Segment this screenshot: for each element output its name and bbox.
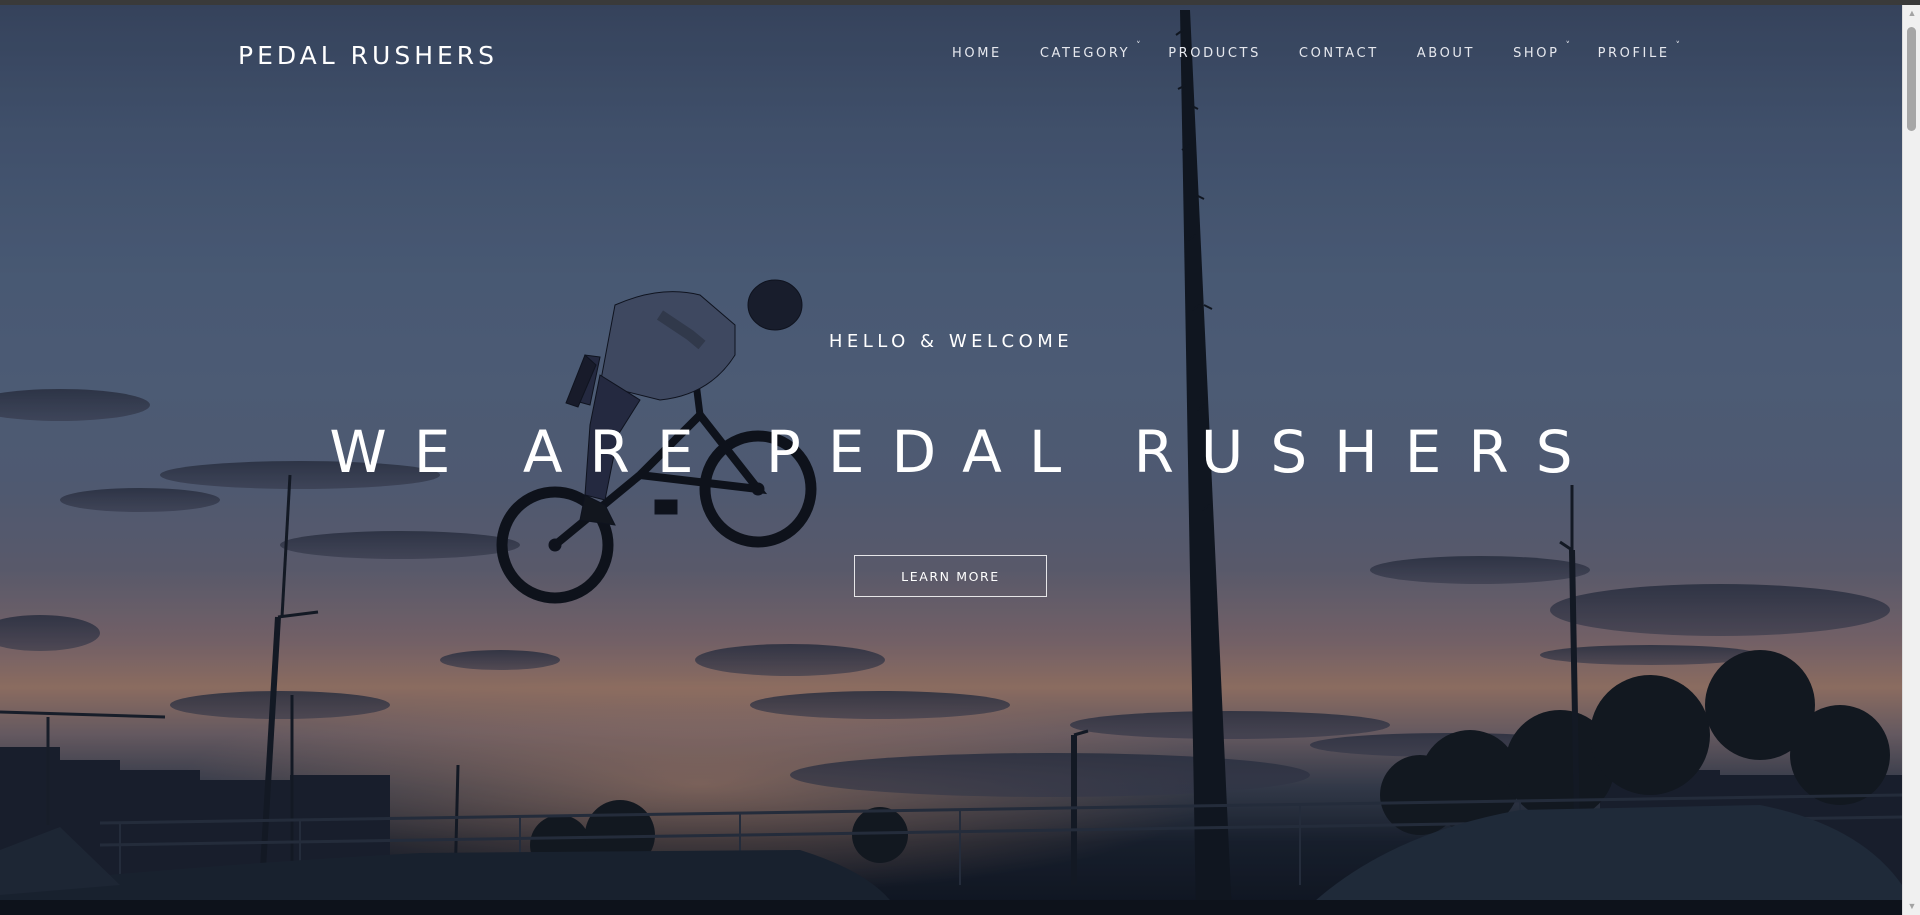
nav-item-products[interactable]: PRODUCTS [1168,46,1261,61]
page-scrollbar[interactable]: ▲ ▼ [1902,5,1920,915]
nav-item-home[interactable]: HOME [952,46,1002,61]
site-header: PEDAL RUSHERS HOME CATEGORY ˅ PRODUCTS C… [0,5,1902,105]
scroll-up-arrow-icon[interactable]: ▲ [1903,5,1920,22]
nav-label: SHOP [1513,46,1560,61]
nav-item-profile[interactable]: PROFILE ˅ [1597,41,1680,61]
nav-label: PRODUCTS [1168,46,1261,61]
nav-label: HOME [952,46,1002,61]
hero-greeting: HELLO & WELCOME [0,331,1902,352]
main-nav: HOME CATEGORY ˅ PRODUCTS CONTACT ABOUT S… [952,41,1680,61]
chevron-down-icon: ˅ [1675,41,1683,51]
nav-item-contact[interactable]: CONTACT [1299,46,1379,61]
nav-label: ABOUT [1416,46,1476,61]
scroll-thumb[interactable] [1907,27,1916,131]
nav-item-category[interactable]: CATEGORY ˅ [1039,41,1141,61]
hero-greeting-text: HELLO & WELCOME [828,331,1074,352]
hero-headline: WE ARE PEDAL RUSHERS [0,418,1902,486]
browser-viewport: PEDAL RUSHERS HOME CATEGORY ˅ PRODUCTS C… [0,0,1920,915]
hero-headline-text: WE ARE PEDAL RUSHERS [329,418,1600,486]
nav-label: CONTACT [1298,46,1379,61]
brand-logo-link[interactable]: PEDAL RUSHERS [238,41,498,70]
nav-label: PROFILE [1597,46,1670,61]
scroll-down-arrow-icon[interactable]: ▼ [1903,898,1920,915]
nav-label: CATEGORY [1039,46,1131,61]
nav-item-about[interactable]: ABOUT [1417,46,1475,61]
nav-item-shop[interactable]: SHOP ˅ [1513,41,1570,61]
chevron-down-icon: ˅ [1565,41,1573,51]
window-top-edge [0,0,1920,5]
chevron-down-icon: ˅ [1136,41,1144,51]
learn-more-button[interactable]: LEARN MORE [854,555,1047,597]
